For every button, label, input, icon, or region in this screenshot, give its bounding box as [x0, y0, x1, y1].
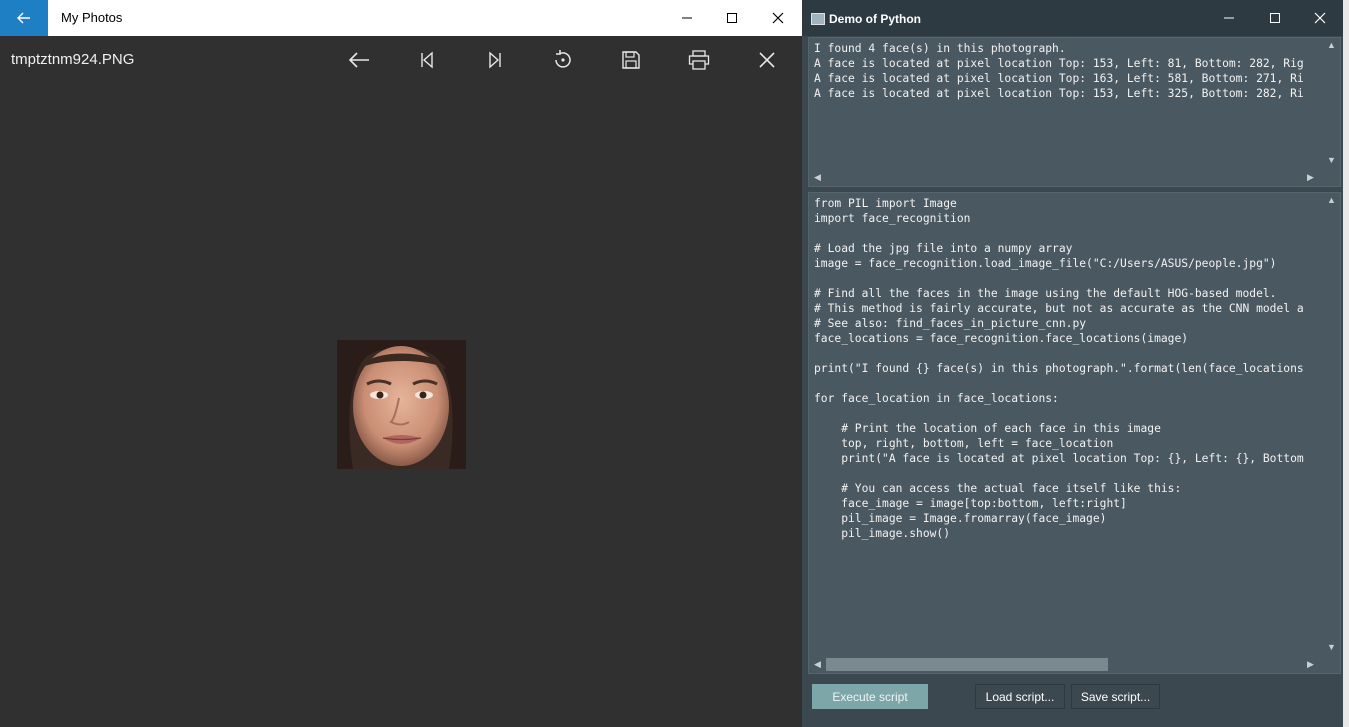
- python-titlebar: Demo of Python: [802, 0, 1343, 36]
- last-icon: [489, 51, 501, 69]
- close-icon: [759, 52, 775, 68]
- output-text: I found 4 face(s) in this photograph. A …: [814, 42, 1304, 100]
- minimize-button[interactable]: [1206, 0, 1252, 36]
- script-vertical-scrollbar[interactable]: ▲ ▼: [1323, 193, 1340, 656]
- app-title: My Photos: [61, 10, 123, 25]
- close-icon: [772, 12, 784, 24]
- close-window-button[interactable]: [1297, 0, 1343, 36]
- close-icon: [1314, 12, 1326, 24]
- scroll-down-icon[interactable]: ▼: [1327, 642, 1336, 652]
- maximize-icon: [1270, 13, 1280, 23]
- scroll-down-icon[interactable]: ▼: [1327, 155, 1336, 165]
- back-arrow-icon: [348, 52, 369, 68]
- save-button[interactable]: [609, 38, 653, 82]
- minimize-button[interactable]: [664, 0, 710, 36]
- scroll-thumb[interactable]: [826, 658, 1108, 671]
- close-photo-button[interactable]: [745, 38, 789, 82]
- photo-toolbar: tmptztnm924.PNG: [0, 36, 802, 84]
- minimize-icon: [1224, 17, 1234, 19]
- app-icon: [811, 13, 825, 25]
- maximize-icon: [727, 13, 737, 23]
- photos-window: My Photos tmptztnm924.PNG: [0, 0, 802, 727]
- window-title: Demo of Python: [829, 12, 921, 26]
- back-arrow-icon: [17, 12, 30, 24]
- scroll-right-icon[interactable]: ▶: [1307, 172, 1314, 183]
- face-photo: [337, 340, 466, 469]
- last-photo-button[interactable]: [473, 38, 517, 82]
- execute-script-button[interactable]: Execute script: [812, 684, 928, 709]
- close-window-button[interactable]: [755, 0, 801, 36]
- output-horizontal-scrollbar[interactable]: ◀ ▶: [809, 169, 1323, 186]
- file-name: tmptztnm924.PNG: [11, 51, 135, 68]
- photos-titlebar: My Photos: [0, 0, 802, 36]
- background-window-edge: [1343, 0, 1349, 727]
- back-button[interactable]: [0, 0, 48, 36]
- first-photo-button[interactable]: [405, 38, 449, 82]
- rotate-button[interactable]: [541, 38, 585, 82]
- first-icon: [421, 51, 433, 69]
- scroll-left-icon[interactable]: ◀: [814, 659, 821, 670]
- rotate-icon: [555, 50, 571, 68]
- scroll-up-icon[interactable]: ▲: [1327, 195, 1336, 205]
- save-icon: [622, 51, 640, 69]
- print-icon: [688, 50, 710, 70]
- load-script-button[interactable]: Load script...: [975, 684, 1065, 709]
- python-demo-window: Demo of Python I found 4 face(s) in this…: [802, 0, 1343, 727]
- script-text[interactable]: from PIL import Image import face_recogn…: [814, 196, 1304, 541]
- back-tool-button[interactable]: [337, 38, 381, 82]
- save-script-button[interactable]: Save script...: [1071, 684, 1160, 709]
- scroll-left-icon[interactable]: ◀: [814, 172, 821, 183]
- print-button[interactable]: [677, 38, 721, 82]
- maximize-button[interactable]: [709, 0, 755, 36]
- scroll-right-icon[interactable]: ▶: [1307, 659, 1314, 670]
- script-horizontal-scrollbar[interactable]: ◀ ▶: [809, 656, 1323, 673]
- output-pane[interactable]: I found 4 face(s) in this photograph. A …: [808, 37, 1341, 187]
- face-image: [337, 340, 466, 469]
- maximize-button[interactable]: [1252, 0, 1298, 36]
- script-editor[interactable]: from PIL import Image import face_recogn…: [808, 192, 1341, 674]
- output-vertical-scrollbar[interactable]: ▲ ▼: [1323, 38, 1340, 169]
- minimize-icon: [682, 17, 692, 19]
- scroll-up-icon[interactable]: ▲: [1327, 40, 1336, 50]
